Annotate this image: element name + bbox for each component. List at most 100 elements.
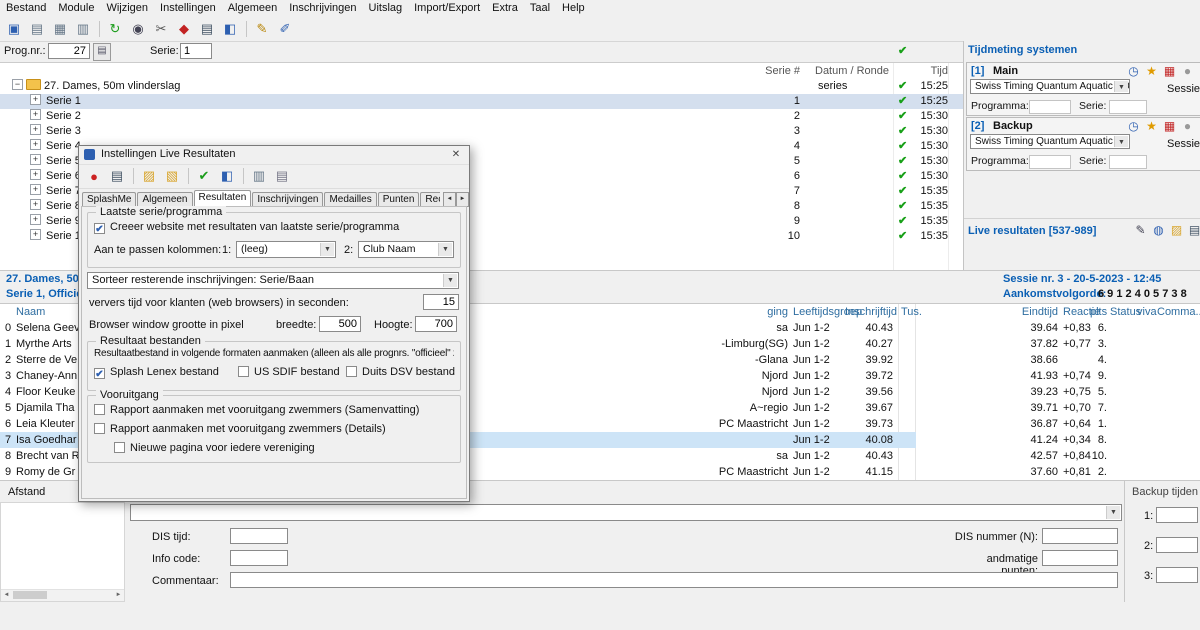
afstand-select[interactable]: ▼ [130,504,1122,521]
clock-icon[interactable]: ◷ [1125,119,1142,133]
progress-option[interactable]: Nieuwe pagina voor iedere vereniging [114,442,315,454]
tab-inschrijvingen[interactable]: Inschrijvingen [252,192,323,207]
kolom1-select[interactable]: (leeg)▼ [236,241,336,258]
backup-serie-field[interactable] [1109,155,1147,169]
tree-serie-row[interactable]: +Serie 22✔15:30 [0,109,963,124]
menu-item-uitslag[interactable]: Uitslag [363,0,409,15]
collapse-icon[interactable]: − [12,79,23,90]
tab-medailles[interactable]: Medailles [324,192,376,207]
checkbox[interactable] [346,366,357,377]
menu-item-wijzigen[interactable]: Wijzigen [100,0,154,15]
tab-resultaten[interactable]: Resultaten [194,190,252,207]
table-icon[interactable]: ▦ [49,19,71,39]
save-icon[interactable]: ◧ [219,19,241,39]
tree-event-row[interactable]: −27. Dames, 50m vlinderslagseries✔15:25 [0,79,963,94]
format-option[interactable]: ✔Splash Lenex bestand [94,366,219,379]
website-option[interactable]: ✔Creeer website met resultaten van laats… [94,221,399,234]
expand-icon[interactable]: + [30,124,41,135]
record-icon[interactable]: ● [83,166,105,186]
checkbox[interactable] [94,423,105,434]
info-code-input[interactable] [230,550,288,566]
backup-time-input[interactable] [1156,537,1198,553]
serie-number-input[interactable] [180,43,212,59]
edit-icon[interactable]: ✎ [251,19,273,39]
print-icon[interactable]: ▤ [1186,223,1200,237]
folder-icon[interactable]: ▧ [161,166,183,186]
progress-option[interactable]: Rapport aanmaken met vooruitgang zwemmer… [94,423,386,435]
globe-icon[interactable]: ◍ [1150,223,1167,237]
print-icon[interactable]: ▤ [106,166,128,186]
approve-icon[interactable]: ✔ [193,166,215,186]
kolom2-select[interactable]: Club Naam▼ [358,241,454,258]
report-doc-icon[interactable]: ▤ [271,166,293,186]
checkbox[interactable] [238,366,249,377]
open-folder-icon[interactable]: ▨ [138,166,160,186]
dialog-titlebar[interactable]: Instellingen Live Resultaten ✕ [79,146,469,165]
scroll-left-button[interactable]: ◄ [1,590,12,600]
refresh-icon[interactable]: ↻ [104,19,126,39]
folder-icon[interactable]: ▨ [1168,223,1185,237]
dis-nummer-input[interactable] [1042,528,1118,544]
menu-item-inschrijvingen[interactable]: Inschrijvingen [283,0,362,15]
menu-item-importexport[interactable]: Import/Export [408,0,486,15]
save-icon[interactable]: ◧ [216,166,238,186]
backup-time-input[interactable] [1156,507,1198,523]
expand-icon[interactable]: + [30,229,41,240]
search-icon[interactable]: ◉ [127,19,149,39]
expand-icon[interactable]: + [30,214,41,225]
main-programma-field[interactable] [1029,100,1071,114]
prog-number-input[interactable] [48,43,90,59]
menu-item-bestand[interactable]: Bestand [0,0,52,15]
backup-time-input[interactable] [1156,567,1198,583]
clock-icon[interactable]: ◷ [1125,64,1142,78]
height-input[interactable] [415,316,457,332]
menu-item-help[interactable]: Help [556,0,591,15]
tab-algemeen[interactable]: Algemeen [137,192,192,207]
tab-scroll-right-button[interactable]: ► [456,192,469,207]
menu-item-module[interactable]: Module [52,0,100,15]
backup-programma-field[interactable] [1029,155,1071,169]
grid-icon[interactable]: ▦ [1161,64,1178,78]
backup-device-select[interactable]: Swiss Timing Quantum Aquatic▼ [970,134,1130,149]
main-device-select[interactable]: Swiss Timing Quantum Aquatic 2.0▼ [970,79,1130,94]
star-icon[interactable]: ★ [1143,64,1160,78]
app-icon[interactable]: ▣ [3,19,25,39]
expand-icon[interactable]: + [30,184,41,195]
compose-icon[interactable]: ✐ [274,19,296,39]
horizontal-scrollbar[interactable]: ◄ ► [1,589,124,601]
cut-icon[interactable]: ✂ [150,19,172,39]
menu-item-algemeen[interactable]: Algemeen [222,0,284,15]
grid-icon[interactable]: ▦ [1161,119,1178,133]
close-icon[interactable]: ✕ [445,147,467,162]
status-icon[interactable]: ● [1179,64,1196,78]
width-input[interactable] [319,316,361,332]
star-icon[interactable]: ★ [1143,119,1160,133]
tree-serie-row[interactable]: +Serie 33✔15:30 [0,124,963,139]
print-icon[interactable]: ▤ [196,19,218,39]
refresh-seconds-input[interactable] [423,294,459,310]
sorteer-select[interactable]: Sorteer resterende inschrijvingen: Serie… [87,272,459,289]
expand-icon[interactable]: + [30,139,41,150]
commentaar-input[interactable] [230,572,1118,588]
scroll-right-button[interactable]: ► [113,590,124,600]
prog-select-button[interactable]: ▤ [93,43,111,61]
tab-records[interactable]: Records [420,192,440,207]
checkbox[interactable] [114,442,125,453]
tab-splashme[interactable]: SplashMe [82,192,136,207]
expand-icon[interactable]: + [30,199,41,210]
tab-scroll-left-button[interactable]: ◄ [443,192,456,207]
menu-item-taal[interactable]: Taal [524,0,556,15]
expand-icon[interactable]: + [30,169,41,180]
expand-icon[interactable]: + [30,94,41,105]
checkbox[interactable]: ✔ [94,223,105,234]
dis-tijd-input[interactable] [230,528,288,544]
checkbox[interactable]: ✔ [94,368,105,379]
menu-item-extra[interactable]: Extra [486,0,524,15]
expand-icon[interactable]: + [30,154,41,165]
menu-item-instellingen[interactable]: Instellingen [154,0,222,15]
tree-serie-row[interactable]: +Serie 11✔15:25 [0,94,963,109]
scroll-thumb[interactable] [13,591,47,599]
punten-input[interactable] [1042,550,1118,566]
tab-punten[interactable]: Punten [378,192,420,207]
open-icon[interactable]: ▤ [26,19,48,39]
